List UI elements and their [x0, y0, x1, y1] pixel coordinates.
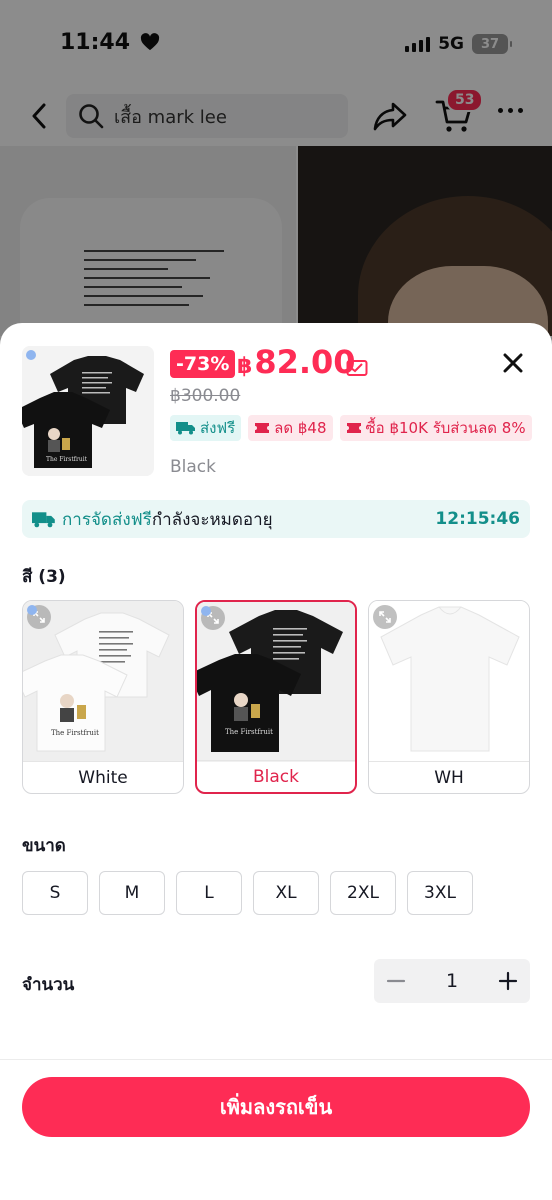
color-option-wh[interactable]: WH [368, 600, 530, 794]
selected-variant-label: Black [170, 457, 216, 477]
svg-text:The Firstfruit: The Firstfruit [51, 729, 99, 737]
divider [0, 1059, 552, 1060]
quantity-value[interactable]: 1 [418, 970, 486, 992]
currency-symbol: ฿ [237, 354, 253, 379]
truck-icon [32, 511, 55, 527]
coupon-tag-1[interactable]: ลด ฿48 [248, 415, 333, 441]
indicator-dot [26, 350, 36, 360]
size-option-xl[interactable]: XL [253, 871, 319, 915]
ticket-icon [346, 423, 361, 433]
promo-tags: ส่งฟรี ลด ฿48 ซื้อ ฿10K รับส่วนลด 8% [170, 415, 532, 441]
expand-icon[interactable] [373, 605, 397, 629]
free-shipping-text: ส่งฟรี [200, 419, 236, 437]
svg-text:The Firstfruit: The Firstfruit [46, 456, 88, 463]
plus-icon [498, 971, 518, 991]
free-shipping-tag: ส่งฟรี [170, 415, 242, 441]
indicator-dot [201, 606, 211, 616]
discount-badge: -73% [170, 350, 236, 378]
size-option-3xl[interactable]: 3XL [407, 871, 473, 915]
price-value: 82.00 [254, 343, 356, 381]
shipping-banner-rest: กำลังจะหมดอายุ [151, 509, 273, 530]
close-icon [503, 353, 523, 373]
selected-product-thumbnail[interactable]: The Firstfruit [22, 346, 154, 476]
color-option-white[interactable]: The Firstfruit White [22, 600, 184, 794]
quantity-label: จำนวน [22, 975, 75, 995]
shipping-banner-highlight: การจัดส่งฟรี [62, 509, 152, 530]
size-option-m[interactable]: M [99, 871, 165, 915]
add-to-cart-button[interactable]: เพิ่มลงรถเข็น [22, 1077, 530, 1137]
sku-selector-sheet: The Firstfruit -73% ฿ 82.00 ฿300.00 ส่งฟ… [0, 323, 552, 1200]
truck-icon [176, 422, 195, 435]
size-option-s[interactable]: S [22, 871, 88, 915]
size-options: S M L XL 2XL 3XL [22, 871, 473, 915]
quantity-stepper: 1 [374, 959, 530, 1003]
black-tshirt-image: The Firstfruit [22, 346, 154, 476]
coupon-2-text: ซื้อ ฿10K รับส่วนลด 8% [365, 419, 526, 437]
color-section-label: สี (3) [22, 567, 66, 587]
color-option-label: WH [369, 761, 529, 793]
svg-text:The Firstfruit: The Firstfruit [225, 728, 273, 736]
coupon-tag-2[interactable]: ซื้อ ฿10K รับส่วนลด 8% [339, 415, 532, 441]
size-option-2xl[interactable]: 2XL [330, 871, 396, 915]
free-shipping-expiry-banner: การจัดส่งฟรีกำลังจะหมดอายุ 12:15:46 [22, 500, 530, 538]
color-option-black[interactable]: The Firstfruit Black [195, 600, 357, 794]
original-price: ฿300.00 [170, 386, 241, 406]
shipping-banner-text: การจัดส่งฟรีกำลังจะหมดอายุ [62, 506, 273, 533]
color-option-label: Black [197, 760, 355, 792]
ticket-icon [255, 423, 270, 433]
close-button[interactable] [500, 350, 526, 376]
coupon-1-text: ลด ฿48 [274, 419, 327, 437]
quantity-increase-button[interactable] [486, 959, 530, 1003]
color-option-label: White [23, 761, 183, 793]
size-option-l[interactable]: L [176, 871, 242, 915]
coupon-icon[interactable] [346, 359, 368, 377]
indicator-dot [27, 605, 37, 615]
countdown-timer: 12:15:46 [435, 509, 520, 529]
sale-price: ฿ 82.00 [237, 343, 356, 381]
minus-icon [386, 979, 406, 983]
quantity-decrease-button[interactable] [374, 959, 418, 1003]
size-section-label: ขนาด [22, 836, 66, 856]
